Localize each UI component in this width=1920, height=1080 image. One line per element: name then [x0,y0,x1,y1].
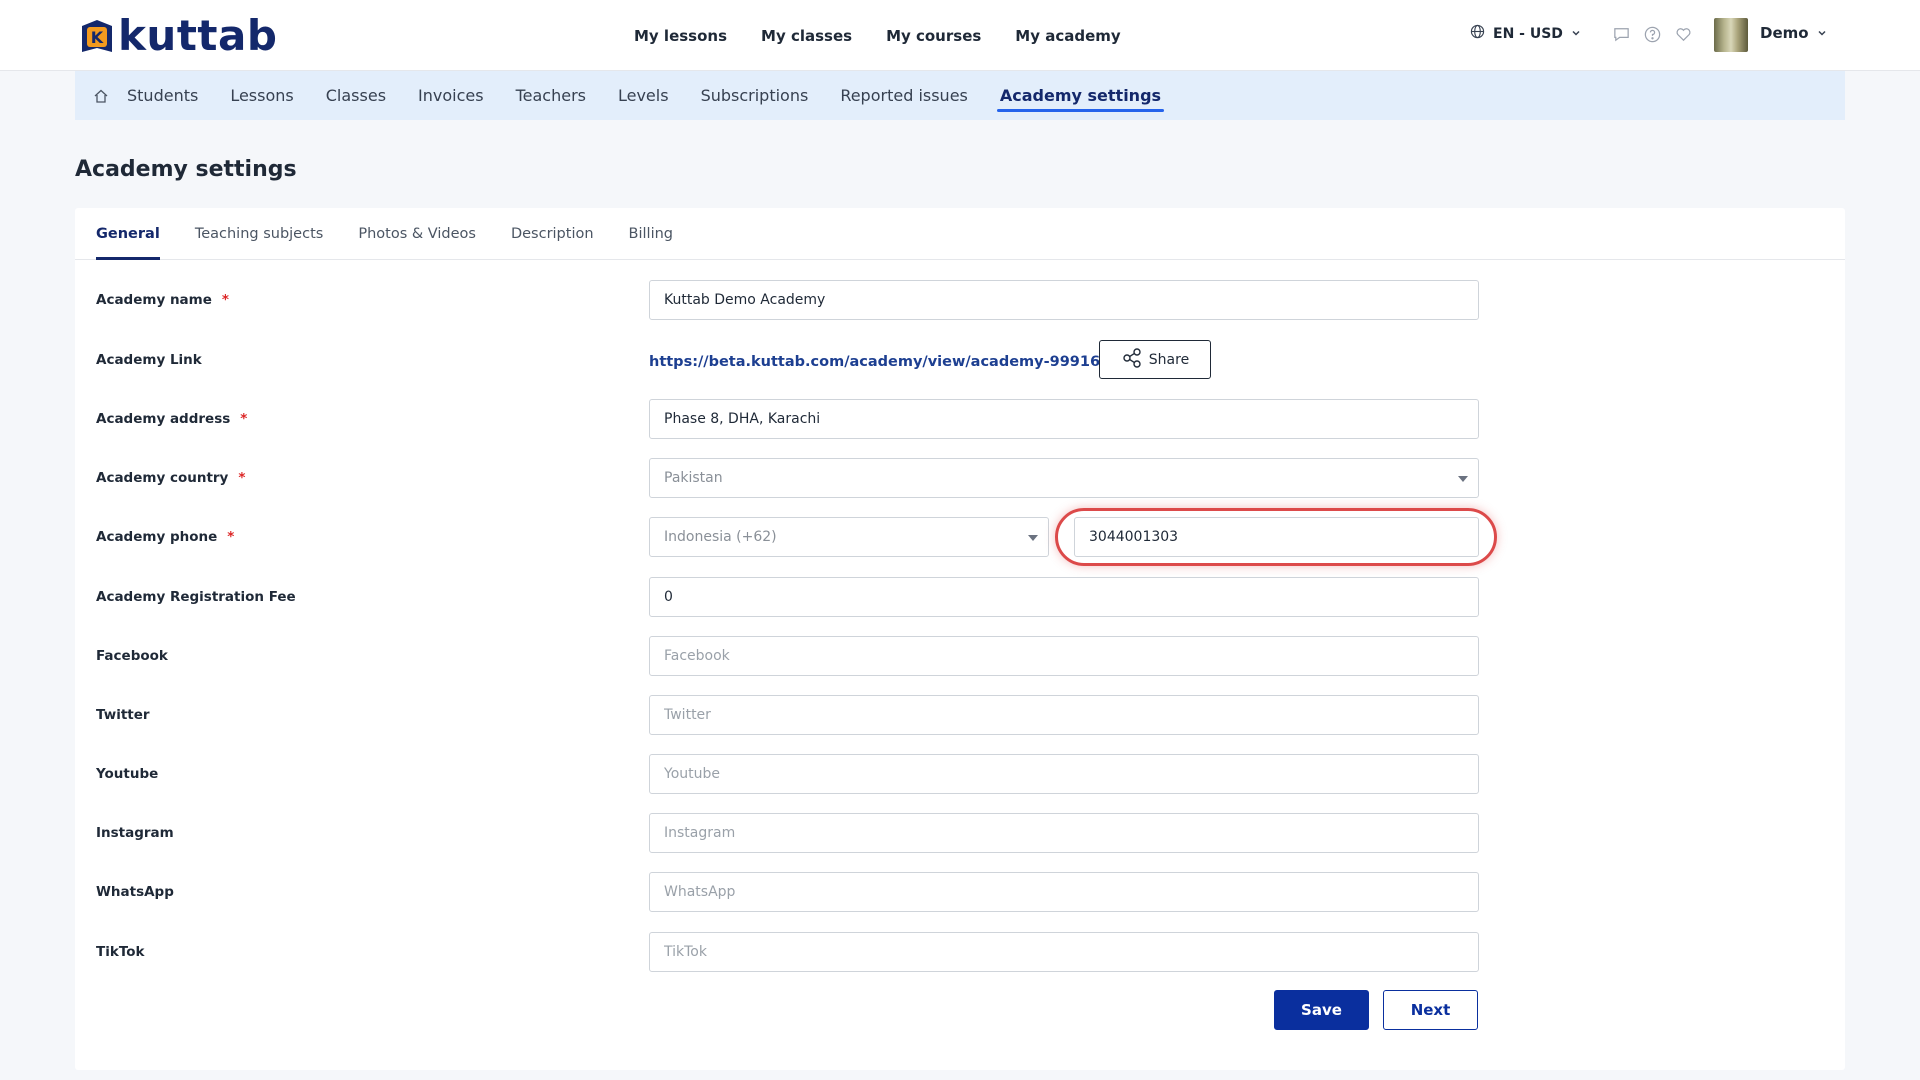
academy-link-row: Academy Link https://beta.kuttab.com/aca… [75,340,1845,380]
academy-country-select[interactable]: Pakistan [649,458,1479,498]
language-currency-selector[interactable]: EN - USD [1470,24,1581,43]
facebook-label: Facebook [96,648,168,664]
tab-photos-videos[interactable]: Photos & Videos [358,208,476,260]
academy-name-input[interactable] [649,280,1479,320]
whatsapp-input[interactable] [649,872,1479,912]
tiktok-label: TikTok [96,944,145,960]
tab-general[interactable]: General [96,208,160,260]
settings-card: General Teaching subjects Photos & Video… [75,208,1845,1070]
tab-description[interactable]: Description [511,208,594,260]
registration-fee-label: Academy Registration Fee [96,589,296,605]
subnav-reported-issues[interactable]: Reported issues [840,71,968,120]
logo-book-icon: K [78,16,116,56]
subnav-subscriptions[interactable]: Subscriptions [701,71,809,120]
youtube-input[interactable] [649,754,1479,794]
academy-name-label: Academy name * [96,292,229,308]
top-header: K kuttab My lessons My classes My course… [0,0,1920,71]
nav-my-courses[interactable]: My courses [886,27,981,45]
nav-my-academy[interactable]: My academy [1015,27,1120,45]
phone-country-code-select[interactable]: Indonesia (+62) [649,517,1049,557]
tab-billing[interactable]: Billing [629,208,673,260]
subnav-classes[interactable]: Classes [326,71,386,120]
registration-fee-input[interactable] [649,577,1479,617]
whatsapp-label: WhatsApp [96,884,174,900]
help-icon[interactable] [1643,25,1662,44]
academy-phone-label: Academy phone * [96,529,235,545]
subnav-students[interactable]: Students [127,71,198,120]
required-marker: * [221,292,229,308]
academy-link-label: Academy Link [96,352,202,368]
page-title: Academy settings [75,157,297,182]
academy-name-row: Academy name * [75,280,1845,320]
academy-address-row: Academy address * [75,399,1845,439]
caret-down-icon [1458,476,1468,482]
twitter-row: Twitter [75,695,1845,735]
youtube-label: Youtube [96,766,159,782]
nav-my-classes[interactable]: My classes [761,27,852,45]
globe-icon [1470,24,1485,43]
instagram-label: Instagram [96,825,174,841]
required-marker: * [227,529,235,545]
subnav-teachers[interactable]: Teachers [516,71,586,120]
chat-icon[interactable] [1612,25,1631,44]
user-menu[interactable]: Demo [1760,24,1827,42]
facebook-row: Facebook [75,636,1845,676]
instagram-row: Instagram [75,813,1845,853]
share-icon [1121,347,1143,373]
academy-country-label: Academy country * [96,470,246,486]
academy-country-row: Academy country * Pakistan [75,458,1845,498]
whatsapp-row: WhatsApp [75,872,1845,912]
required-marker: * [240,411,248,427]
next-button[interactable]: Next [1383,990,1478,1030]
share-button-label: Share [1148,351,1190,368]
phone-country-code-value: Indonesia (+62) [664,529,777,545]
heart-icon[interactable] [1674,25,1693,44]
academy-address-label: Academy address * [96,411,248,427]
twitter-label: Twitter [96,707,150,723]
academy-address-input[interactable] [649,399,1479,439]
subnav-academy-settings[interactable]: Academy settings [996,71,1165,120]
language-label: EN - USD [1493,25,1563,42]
youtube-row: Youtube [75,754,1845,794]
logo-text: kuttab [118,11,278,60]
user-name: Demo [1760,24,1809,42]
instagram-input[interactable] [649,813,1479,853]
form-actions: Save Next [75,990,1845,1030]
academy-country-value: Pakistan [664,470,723,486]
subnav-levels[interactable]: Levels [618,71,669,120]
chevron-down-icon [1571,26,1581,42]
subnav-lessons[interactable]: Lessons [230,71,293,120]
tiktok-input[interactable] [649,932,1479,972]
chevron-down-icon [1817,24,1827,42]
tiktok-row: TikTok [75,932,1845,972]
academy-sub-nav: Students Lessons Classes Invoices Teache… [75,71,1845,120]
twitter-input[interactable] [649,695,1479,735]
academy-link-url[interactable]: https://beta.kuttab.com/academy/view/aca… [649,354,1110,370]
avatar[interactable] [1714,18,1748,52]
required-marker: * [238,470,246,486]
facebook-input[interactable] [649,636,1479,676]
registration-fee-row: Academy Registration Fee [75,577,1845,617]
nav-my-lessons[interactable]: My lessons [634,27,727,45]
save-button[interactable]: Save [1274,990,1369,1030]
settings-tabs: General Teaching subjects Photos & Video… [75,208,1845,260]
header-icons [1612,25,1693,44]
kuttab-logo[interactable]: K kuttab [78,14,277,58]
academy-phone-row: Academy phone * Indonesia (+62) [75,508,1845,566]
svg-text:K: K [91,28,104,47]
share-button[interactable]: Share [1099,340,1211,379]
academy-phone-input[interactable] [1074,517,1479,557]
subnav-invoices[interactable]: Invoices [418,71,484,120]
caret-down-icon [1028,535,1038,541]
main-nav: My lessons My classes My courses My acad… [634,0,1121,71]
home-icon[interactable] [75,88,127,104]
tab-teaching-subjects[interactable]: Teaching subjects [195,208,324,260]
